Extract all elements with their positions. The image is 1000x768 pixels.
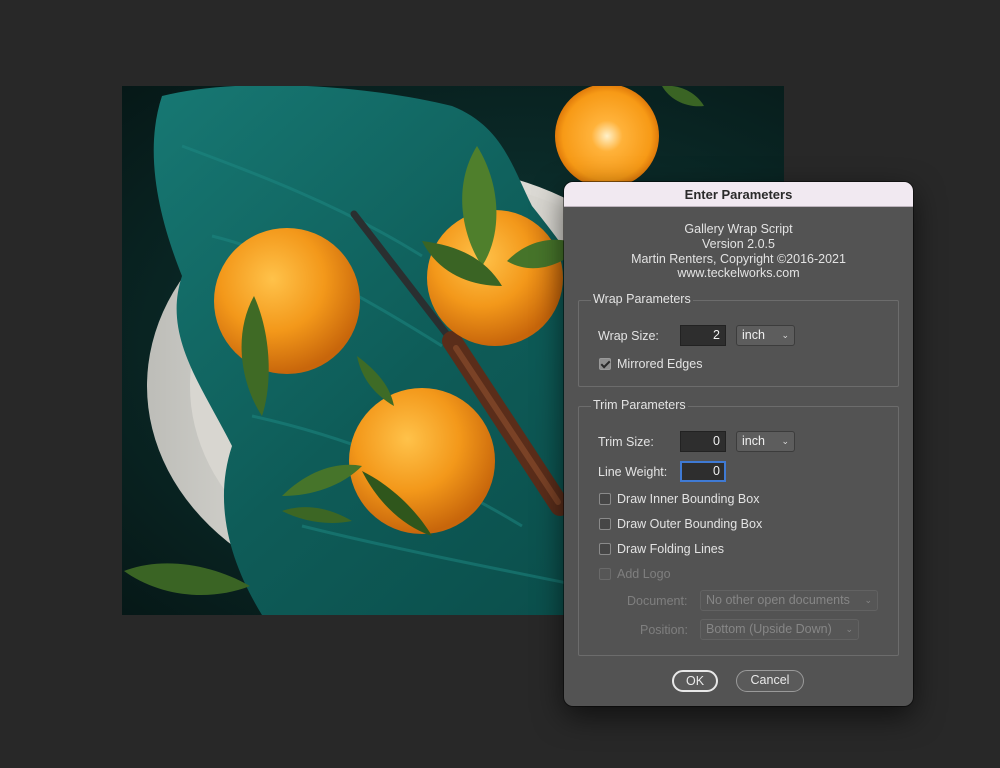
position-select: Bottom (Upside Down) ⌄ (700, 619, 859, 640)
wrap-size-label: Wrap Size: (598, 329, 659, 343)
script-name: Gallery Wrap Script (684, 222, 793, 236)
trim-size-label: Trim Size: (598, 435, 654, 449)
script-version: Version 2.0.5 (702, 236, 775, 251)
folding-lines-label: Draw Folding Lines (617, 542, 724, 556)
add-logo-checkbox (599, 568, 611, 580)
outer-bounding-box-label: Draw Outer Bounding Box (617, 517, 763, 531)
position-value: Bottom (Upside Down) (706, 622, 832, 636)
document-value: No other open documents (706, 593, 850, 607)
script-copyright: Martin Renters, Copyright ©2016-2021 (631, 251, 846, 266)
script-credits: Gallery Wrap Script Version 2.0.5 Martin… (564, 222, 913, 281)
position-label: Position: (640, 623, 688, 637)
trim-parameters-title: Trim Parameters (591, 398, 688, 412)
trim-parameters-panel: Trim Parameters Trim Size: 0 inch ⌄ Line… (578, 398, 899, 656)
mirrored-edges-checkbox[interactable] (599, 358, 611, 370)
folding-lines-checkbox[interactable] (599, 543, 611, 555)
cancel-button[interactable]: Cancel (736, 670, 804, 692)
wrap-size-unit-select[interactable]: inch ⌄ (736, 325, 795, 346)
inner-bounding-box-label: Draw Inner Bounding Box (617, 492, 760, 506)
document-select: No other open documents ⌄ (700, 590, 878, 611)
wrap-size-unit-value: inch (742, 328, 765, 342)
enter-parameters-dialog: Enter Parameters Gallery Wrap Script Ver… (564, 182, 913, 706)
inner-bounding-box-checkbox[interactable] (599, 493, 611, 505)
dialog-title: Enter Parameters (564, 182, 913, 207)
document-label: Document: (627, 594, 688, 608)
line-weight-input[interactable]: 0 (680, 461, 726, 482)
ok-button[interactable]: OK (672, 670, 718, 692)
trim-size-input[interactable]: 0 (680, 431, 726, 452)
chevron-down-icon: ⌄ (781, 436, 789, 446)
wrap-size-input[interactable]: 2 (680, 325, 726, 346)
script-website: www.teckelworks.com (677, 266, 800, 281)
chevron-down-icon: ⌄ (845, 624, 853, 634)
line-weight-label: Line Weight: (598, 465, 668, 479)
mirrored-edges-label: Mirrored Edges (617, 357, 703, 371)
wrap-parameters-panel: Wrap Parameters Wrap Size: 2 inch ⌄ Mirr… (578, 292, 899, 387)
add-logo-label: Add Logo (617, 567, 671, 581)
outer-bounding-box-checkbox[interactable] (599, 518, 611, 530)
chevron-down-icon: ⌄ (864, 595, 872, 605)
wrap-parameters-title: Wrap Parameters (591, 292, 693, 306)
chevron-down-icon: ⌄ (781, 330, 789, 340)
trim-size-unit-value: inch (742, 434, 765, 448)
trim-size-unit-select[interactable]: inch ⌄ (736, 431, 795, 452)
